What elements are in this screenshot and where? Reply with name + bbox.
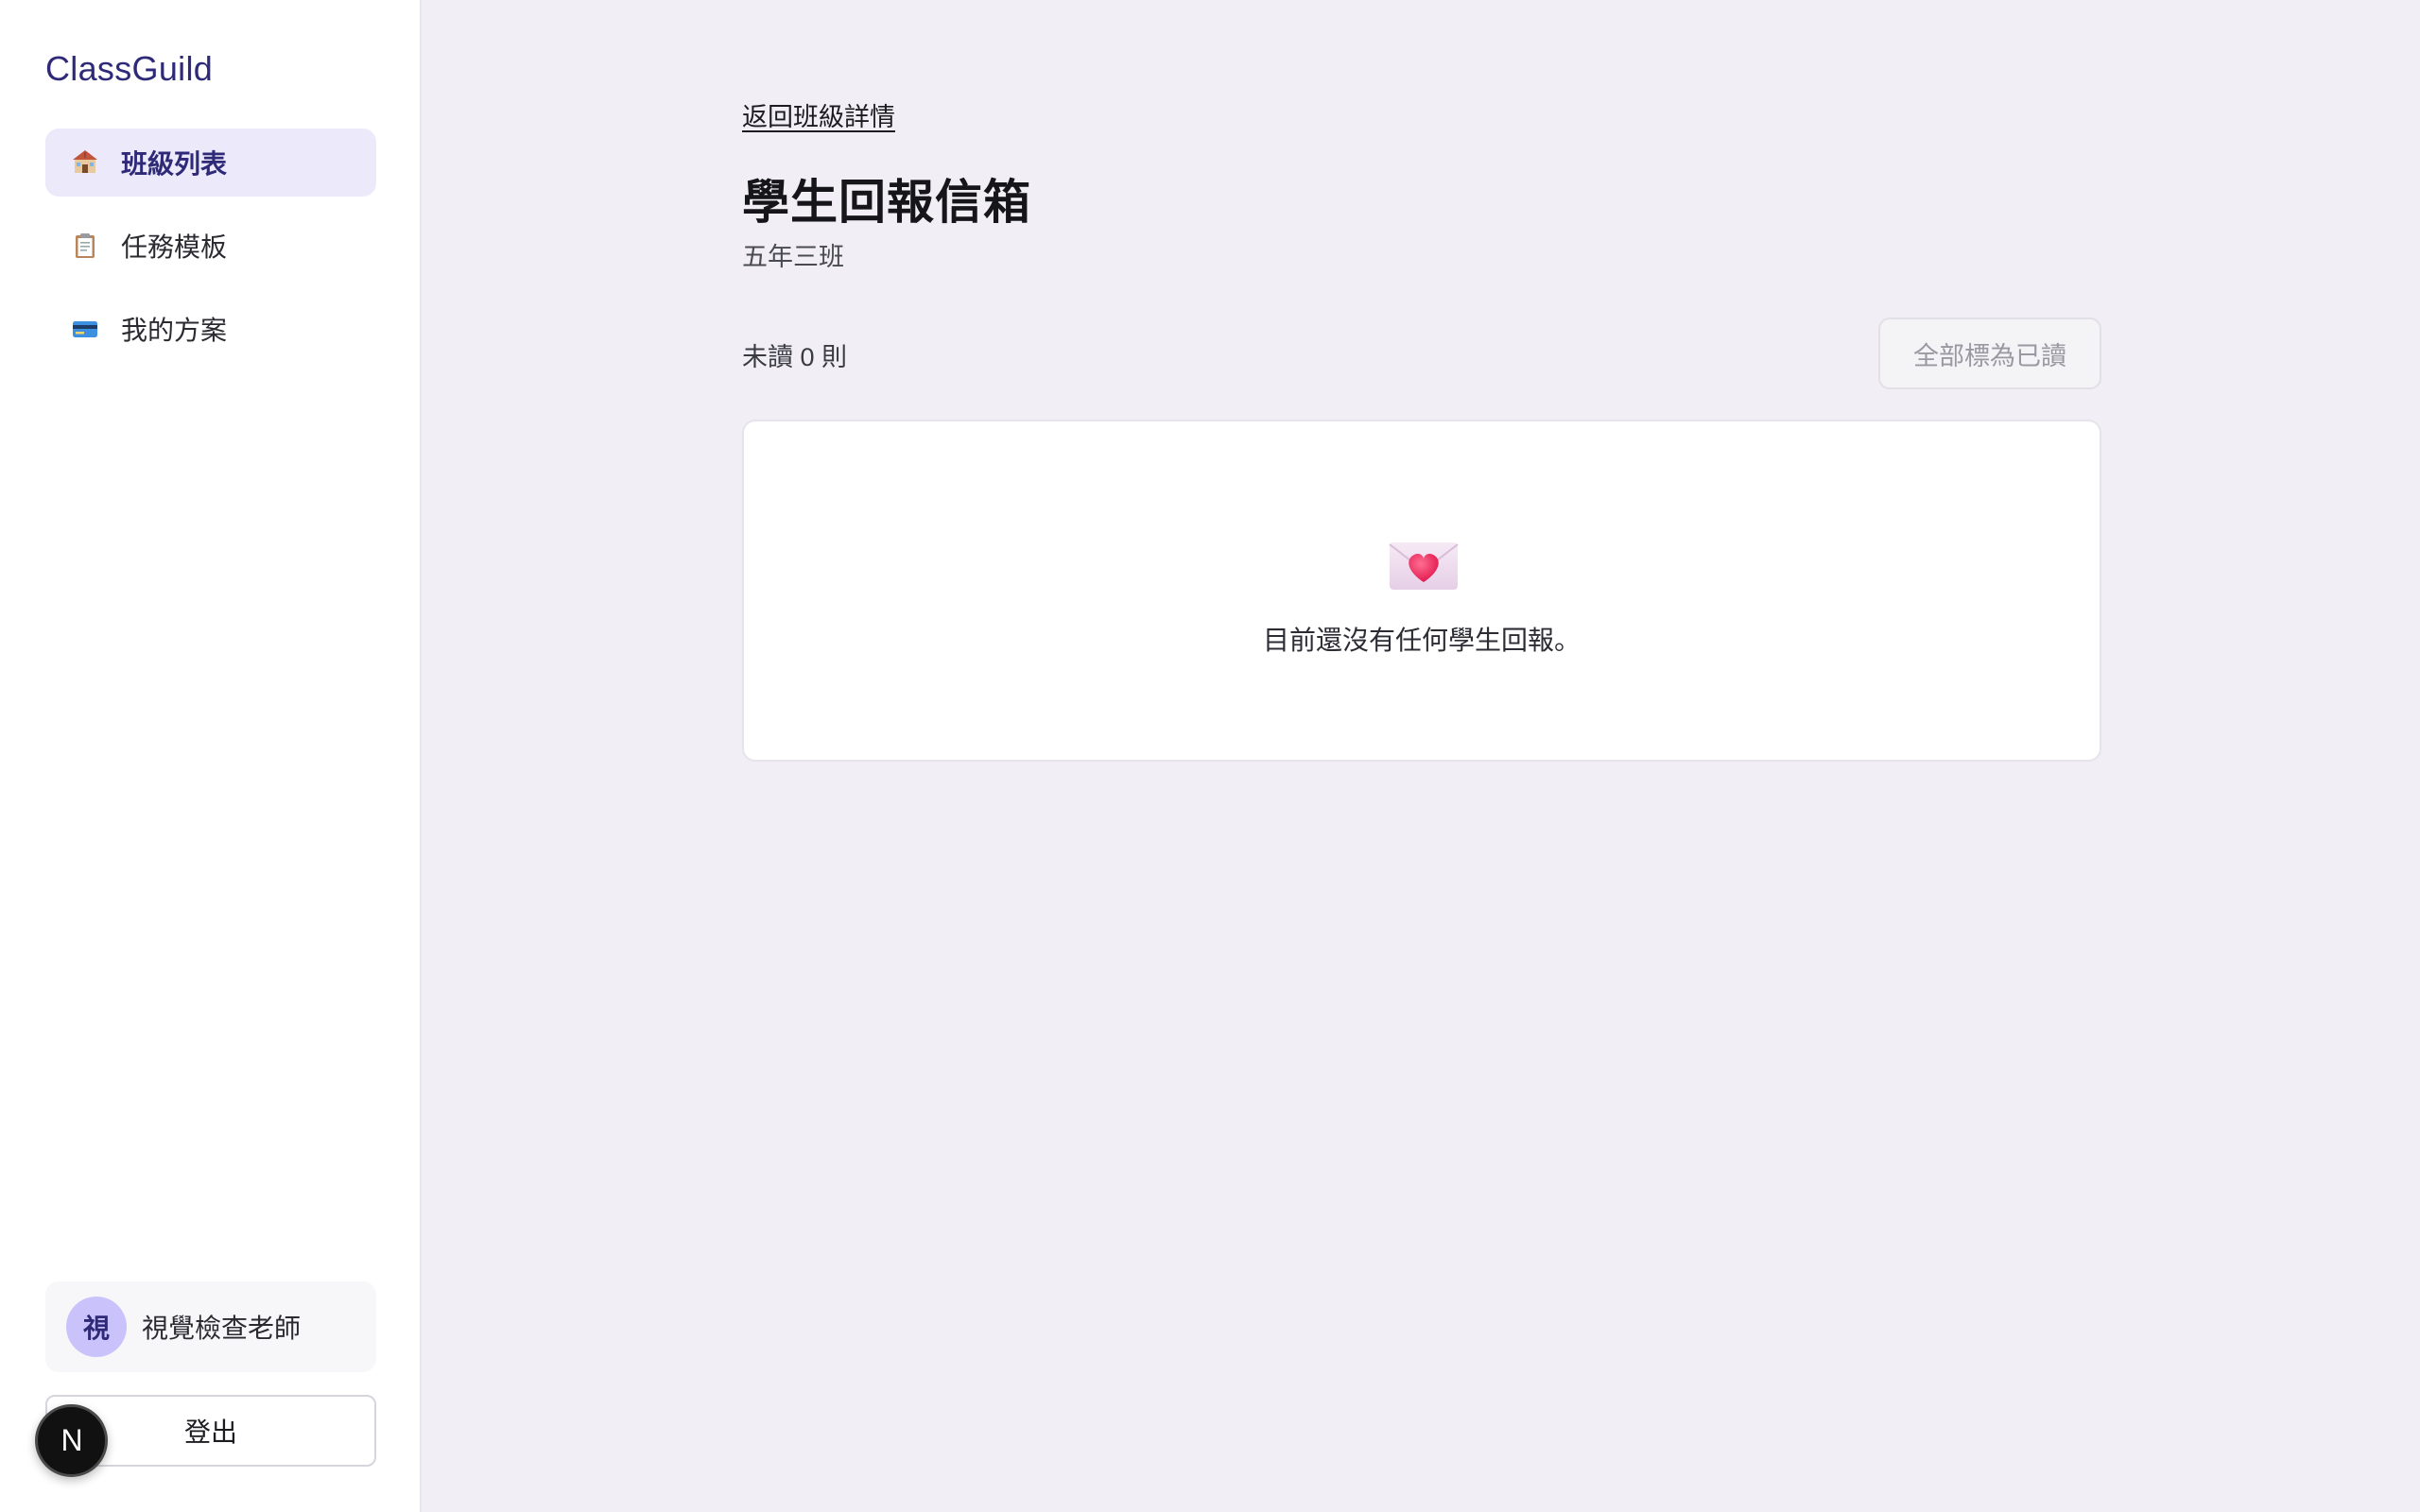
back-to-class-link[interactable]: 返回班級詳情 (742, 96, 895, 133)
sidebar-item-class-list[interactable]: 班級列表 (45, 129, 376, 197)
sidebar-item-label: 任務模板 (121, 232, 228, 262)
sidebar-item-label: 我的方案 (121, 316, 228, 345)
next-logo-icon[interactable]: N (35, 1404, 108, 1477)
dev-badge-label: N (60, 1423, 82, 1457)
credit-card-icon (70, 314, 100, 344)
clipboard-icon (70, 231, 100, 261)
sidebar-item-label: 班級列表 (121, 149, 228, 179)
user-card[interactable]: 視 視覺檢查老師 (45, 1281, 376, 1372)
brand-logo[interactable]: ClassGuild (45, 49, 213, 89)
user-name: 視覺檢查老師 (142, 1314, 302, 1343)
app-root: ClassGuild 班級列表 任務模板 我的方案 視 視覺檢查老師 登出 N … (0, 0, 2420, 1512)
mark-all-read-button[interactable]: 全部標為已讀 (1878, 318, 2101, 389)
page-title: 學生回報信箱 (742, 176, 1031, 229)
unread-count: 未讀 0 則 (742, 343, 848, 371)
love-letter-icon (1389, 541, 1459, 592)
empty-state-card: 目前還沒有任何學生回報。 (742, 420, 2101, 762)
school-icon (70, 147, 100, 178)
sidebar-nav: 班級列表 任務模板 我的方案 (45, 129, 376, 378)
empty-state-text: 目前還沒有任何學生回報。 (1262, 626, 1581, 655)
class-name: 五年三班 (742, 243, 844, 271)
sidebar-item-task-templates[interactable]: 任務模板 (45, 212, 376, 280)
sidebar: ClassGuild 班級列表 任務模板 我的方案 視 視覺檢查老師 登出 (0, 0, 422, 1512)
avatar: 視 (66, 1297, 127, 1357)
sidebar-item-my-plan[interactable]: 我的方案 (45, 295, 376, 363)
